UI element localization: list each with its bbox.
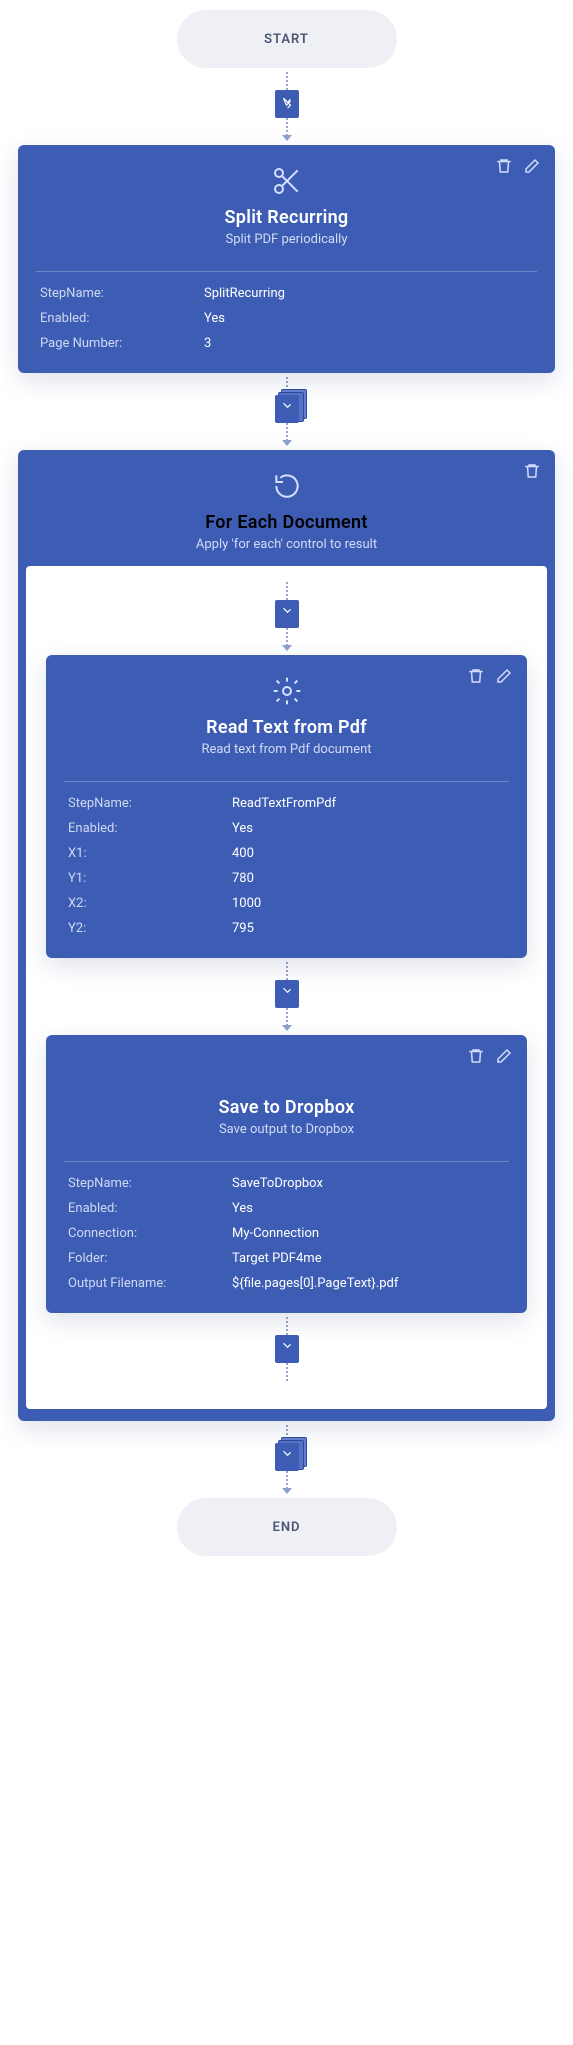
kv-key: Enabled: — [40, 311, 190, 326]
end-label: END — [273, 1520, 301, 1535]
edit-icon[interactable] — [495, 667, 513, 685]
delete-icon[interactable] — [467, 1047, 485, 1065]
pdf-doc-icon — [275, 980, 299, 1008]
connector — [275, 1317, 299, 1381]
card-subtitle: Apply 'for each' control to result — [36, 537, 537, 552]
kv-key: StepName: — [68, 796, 218, 811]
kv-key: Enabled: — [68, 1201, 218, 1216]
pdf-multi-doc-icon — [275, 1443, 299, 1471]
card-title: Read Text from Pdf — [64, 717, 509, 738]
pdf-doc-icon — [275, 90, 299, 118]
connector — [275, 377, 299, 446]
dropbox-icon — [64, 1055, 509, 1087]
kv-key: Enabled: — [68, 821, 218, 836]
step-split-recurring: Split Recurring Split PDF periodically S… — [18, 145, 555, 373]
kv-key: Folder: — [68, 1251, 218, 1266]
connector — [275, 72, 299, 141]
kv-value: SplitRecurring — [204, 286, 533, 301]
kv-value: 795 — [232, 921, 505, 936]
kv-value: ${file.pages[0].PageText}.pdf — [232, 1276, 505, 1291]
card-title: Save to Dropbox — [64, 1097, 509, 1118]
kv-value: 1000 — [232, 896, 505, 911]
card-title: For Each Document — [36, 512, 537, 533]
delete-icon[interactable] — [523, 462, 541, 480]
kv-value: Yes — [232, 821, 505, 836]
card-subtitle: Save output to Dropbox — [64, 1122, 509, 1137]
loop-body: Read Text from Pdf Read text from Pdf do… — [26, 566, 547, 1409]
step-save-to-dropbox: Save to Dropbox Save output to Dropbox S… — [46, 1035, 527, 1313]
card-title: Split Recurring — [36, 207, 537, 228]
kv-value: ReadTextFromPdf — [232, 796, 505, 811]
kv-key: Y2: — [68, 921, 218, 936]
kv-value: 3 — [204, 336, 533, 351]
edit-icon[interactable] — [495, 1047, 513, 1065]
pdf-doc-icon — [275, 600, 299, 628]
kv-key: StepName: — [68, 1176, 218, 1191]
pdf-multi-doc-icon — [275, 395, 299, 423]
end-terminal: END — [177, 1498, 397, 1556]
step-read-text-from-pdf: Read Text from Pdf Read text from Pdf do… — [46, 655, 527, 958]
card-subtitle: Read text from Pdf document — [64, 742, 509, 757]
kv-key: Y1: — [68, 871, 218, 886]
delete-icon[interactable] — [495, 157, 513, 175]
kv-value: 780 — [232, 871, 505, 886]
kv-value: Yes — [232, 1201, 505, 1216]
connector — [275, 962, 299, 1031]
kv-key: StepName: — [40, 286, 190, 301]
kv-key: Connection: — [68, 1226, 218, 1241]
kv-value: 400 — [232, 846, 505, 861]
workflow-diagram: START Split Recurring Split PDF periodic… — [0, 0, 573, 1596]
scissors-icon — [36, 165, 537, 197]
start-label: START — [264, 32, 309, 47]
edit-icon[interactable] — [523, 157, 541, 175]
kv-value: Target PDF4me — [232, 1251, 505, 1266]
gear-icon — [64, 675, 509, 707]
connector — [275, 582, 299, 651]
kv-value: SaveToDropbox — [232, 1176, 505, 1191]
kv-key: Output Filename: — [68, 1276, 218, 1291]
kv-value: My-Connection — [232, 1226, 505, 1241]
step-foreach-document: For Each Document Apply 'for each' contr… — [18, 450, 555, 1421]
start-terminal: START — [177, 10, 397, 68]
connector — [275, 1425, 299, 1494]
kv-value: Yes — [204, 311, 533, 326]
kv-key: Page Number: — [40, 336, 190, 351]
delete-icon[interactable] — [467, 667, 485, 685]
loop-icon — [36, 470, 537, 502]
pdf-doc-icon — [275, 1335, 299, 1363]
kv-key: X1: — [68, 846, 218, 861]
kv-key: X2: — [68, 896, 218, 911]
card-subtitle: Split PDF periodically — [36, 232, 537, 247]
